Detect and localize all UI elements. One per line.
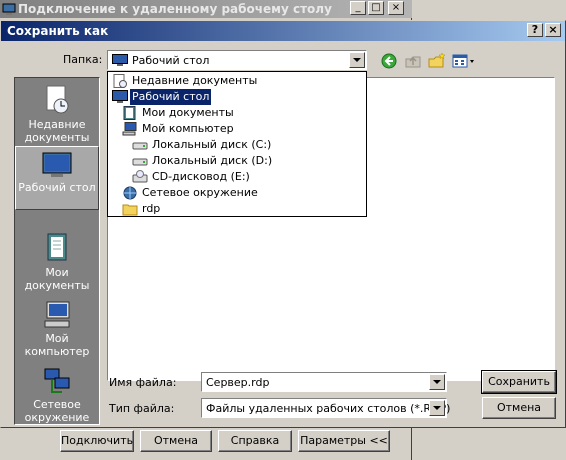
options-button[interactable]: Параметры <<	[298, 430, 390, 452]
cd-drive-icon	[132, 170, 148, 183]
network-icon	[123, 186, 137, 200]
filetype-label: Тип файла:	[109, 402, 175, 415]
dropdown-item-label: Рабочий стол	[130, 89, 212, 105]
filename-label: Имя файла:	[109, 376, 177, 389]
new-folder-icon[interactable]	[427, 51, 447, 71]
look-in-label: Папка:	[63, 53, 103, 66]
filename-dropdown-button[interactable]	[429, 374, 445, 390]
filename-combo[interactable]: Сервер.rdp	[201, 372, 447, 392]
place-my-computer[interactable]: Мой компьютер	[15, 296, 99, 360]
look-in-value: Рабочий стол	[132, 54, 210, 67]
folder-icon	[122, 204, 138, 216]
dropdown-item-label: Мои документы	[142, 106, 234, 119]
desktop-icon	[42, 152, 72, 177]
place-my-documents[interactable]: Мои документы	[15, 228, 99, 292]
my-computer-icon	[44, 301, 70, 328]
save-button[interactable]: Сохранить	[481, 370, 557, 394]
filetype-combo[interactable]: Файлы удаленных рабочих столов (*.RDP)	[201, 398, 451, 418]
my-documents-icon	[123, 106, 136, 120]
dropdown-item-label: Сетевое окружение	[142, 186, 258, 199]
rdp-cancel-button[interactable]: Отмена	[140, 430, 212, 452]
filetype-value: Файлы удаленных рабочих столов (*.RDP)	[206, 402, 451, 415]
place-label: Мои документы	[24, 266, 90, 292]
minimize-button[interactable]: _	[350, 1, 366, 15]
places-bar: Недавние документы Рабочий стол Мои доку…	[14, 77, 100, 425]
dropdown-item-label: Мой компьютер	[142, 122, 234, 135]
place-desktop[interactable]: Рабочий стол	[15, 146, 99, 210]
maximize-button[interactable]: □	[368, 1, 384, 15]
back-icon[interactable]	[379, 51, 399, 71]
look-in-dropdown-list: Недавние документы Рабочий стол Мои доку…	[107, 71, 367, 217]
save-as-dialog: Сохранить как ? × Папка: Рабочий стол Не…	[0, 20, 566, 428]
look-in-combo[interactable]: Рабочий стол	[107, 50, 367, 70]
place-label: Сетевое окружение	[24, 398, 90, 424]
filetype-dropdown-button[interactable]	[429, 400, 445, 416]
dropdown-item-label: Локальный диск (D:)	[152, 154, 273, 167]
dropdown-item-label: Недавние документы	[132, 74, 258, 87]
view-menu-icon[interactable]	[451, 51, 477, 71]
help-button[interactable]: Справка	[218, 430, 292, 452]
recent-documents-icon	[46, 85, 69, 114]
up-folder-icon[interactable]	[403, 51, 423, 71]
drive-icon	[132, 142, 148, 150]
filename-value: Сервер.rdp	[206, 376, 270, 389]
dialog-close-button[interactable]: ×	[545, 23, 561, 37]
close-button[interactable]: ×	[388, 1, 404, 15]
connect-button[interactable]: Подключить	[60, 430, 134, 452]
dropdown-item-label: CD-дисковод (E:)	[152, 170, 250, 183]
place-label: Недавние документы	[24, 118, 90, 144]
place-network[interactable]: Сетевое окружение	[15, 362, 99, 426]
drive-icon	[132, 158, 148, 166]
place-label: Мой компьютер	[24, 332, 90, 358]
help-question-button[interactable]: ?	[527, 23, 543, 37]
dialog-title: Сохранить как	[7, 24, 109, 38]
my-computer-icon	[122, 122, 137, 136]
dropdown-item-label: rdp	[142, 202, 161, 215]
dialog-titlebar: Сохранить как	[1, 21, 565, 41]
remote-desktop-icon	[2, 3, 16, 15]
network-icon	[44, 368, 70, 393]
rdp-title: Подключение к удаленному рабочему столу	[18, 2, 332, 16]
look-in-dropdown-button[interactable]	[349, 52, 365, 68]
recent-documents-icon	[113, 74, 127, 88]
cancel-button[interactable]: Отмена	[482, 397, 556, 419]
place-recent-documents[interactable]: Недавние документы	[15, 80, 99, 144]
desktop-icon	[112, 54, 128, 66]
desktop-icon	[112, 90, 128, 103]
place-label: Рабочий стол	[18, 181, 96, 194]
my-documents-icon	[47, 233, 67, 261]
dropdown-item-label: Локальный диск (C:)	[152, 138, 272, 151]
